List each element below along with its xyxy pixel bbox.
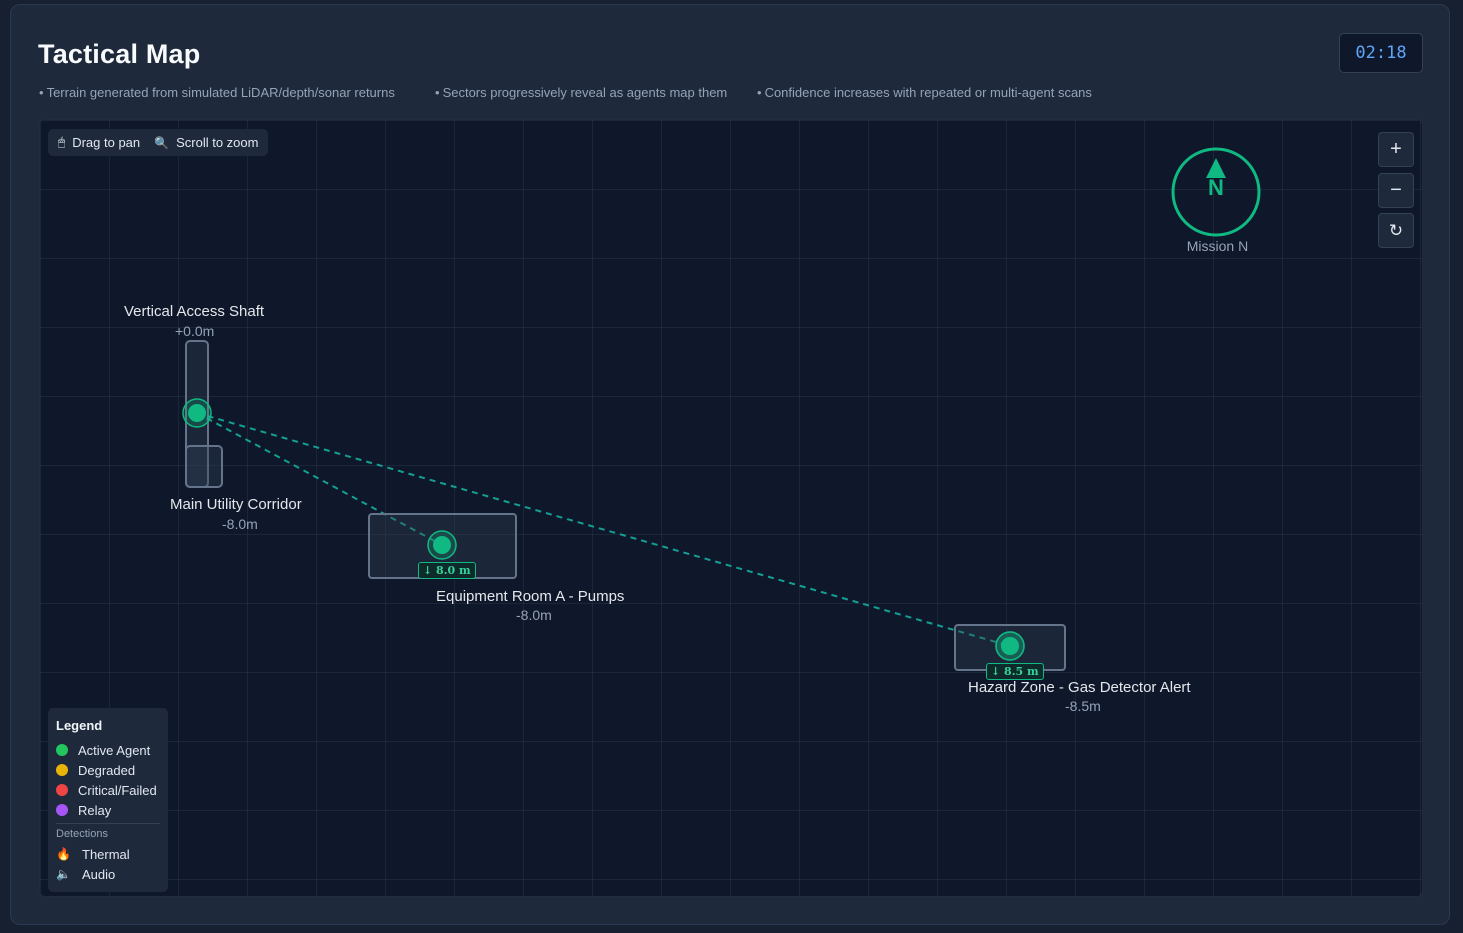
agent-marker[interactable] [182,398,212,428]
zone-depth-equipment: -8.0m [516,607,552,623]
zone-depth-shaft: +0.0m [175,323,215,339]
corridor-outline [185,445,223,488]
zone-label-hazard: Hazard Zone - Gas Detector Alert [968,679,1191,696]
legend-title: Legend [56,718,103,733]
zone-label-equipment: Equipment Room A - Pumps [436,588,625,605]
relay-swatch [56,804,68,816]
agent-depth-badge: ↓ 8.0 m [418,562,476,579]
legend-item: Active Agent [56,740,160,760]
note-item: • Terrain generated from simulated LiDAR/… [39,85,395,100]
active-agent-swatch [56,744,68,756]
note-item: • Confidence increases with repeated or m… [757,85,1092,100]
legend-item: Critical/Failed [56,780,160,800]
critical-swatch [56,784,68,796]
detections-title: Detections [56,828,108,840]
agent-depth-badge: ↓ 8.5 m [986,663,1044,680]
zone-depth-corridor: -8.0m [222,516,258,532]
flame-icon: 🔥 [56,847,71,861]
compass-icon: N [1171,147,1261,237]
map-canvas[interactable]: 🖱 Drag to pan 🔍 Scroll to zoom + − ↻ N V… [39,119,1423,897]
compass-letter: N [1208,175,1224,200]
map-legend: Legend Active Agent Degraded Critical/Fa… [48,708,168,892]
speaker-icon: 🔈 [56,867,71,881]
legend-item: 🔥 Thermal [56,846,130,862]
legend-item: Degraded [56,760,160,780]
legend-item: 🔈 Audio [56,866,116,882]
zone-label-shaft: Vertical Access Shaft [124,303,265,320]
zone-label-corridor: Main Utility Corridor [170,496,302,513]
compass-label: Mission N [1186,238,1249,254]
degraded-swatch [56,764,68,776]
page-title: Tactical Map [38,39,201,69]
legend-divider [56,823,160,824]
mission-timer: 02:18 [1339,33,1423,73]
zone-depth-hazard: -8.5m [1065,698,1101,714]
note-item: • Sectors progressively reveal as agents … [435,85,728,100]
legend-item: Relay [56,800,160,820]
tactical-map-panel: Tactical Map 02:18 • Terrain generated fr… [10,4,1450,925]
comm-link [196,412,1011,647]
